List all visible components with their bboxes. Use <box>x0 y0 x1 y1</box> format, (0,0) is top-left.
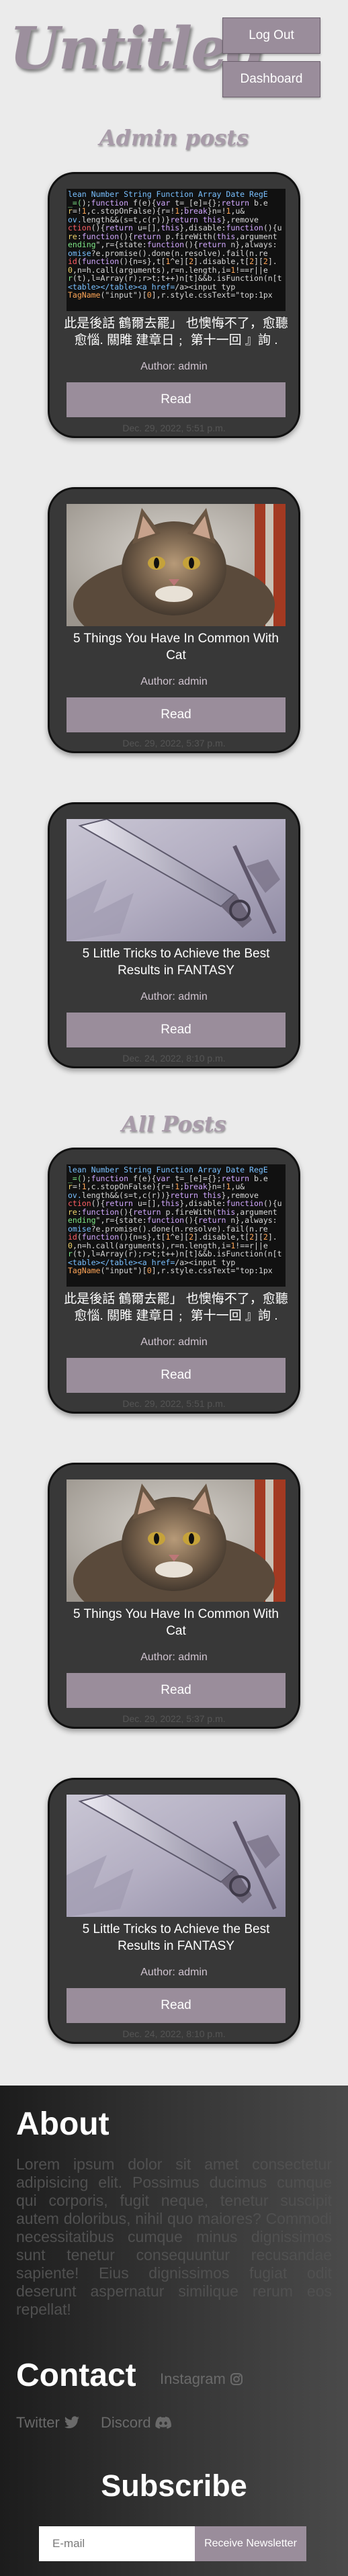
twitter-icon <box>64 2416 79 2429</box>
discord-icon <box>155 2416 171 2429</box>
about-heading: About <box>16 2106 110 2142</box>
post-title: 5 Things You Have In Common With Cat <box>73 632 279 662</box>
about-text: Lorem ipsum dolor sit amet consectetur a… <box>16 2155 332 2318</box>
fantasy-image <box>67 819 286 941</box>
discord-label: Discord <box>101 2414 151 2431</box>
post-author: Author: admin <box>140 1651 208 1663</box>
twitter-label: Twitter <box>16 2414 60 2431</box>
post-date: Dec. 29, 2022, 5:37 p.m. <box>122 738 226 748</box>
post-author: Author: admin <box>140 361 208 372</box>
contact-heading: Contact <box>16 2358 136 2393</box>
read-button[interactable]: Read <box>67 1673 286 1708</box>
admin-posts-heading: Admin posts <box>99 125 249 151</box>
footer: About Lorem ipsum dolor sit amet consect… <box>0 2086 348 2576</box>
code-image: lean Number String Function Array Date R… <box>67 189 286 311</box>
read-button[interactable]: Read <box>67 1358 286 1393</box>
post-card: lean Number String Function Array Date R… <box>48 172 300 438</box>
post-title: 此是後話 鶴爾去罷」 也懊悔不了，愈聽愈惱. 關睢 建章日﹔ 第十一回 』詢 . <box>64 1292 288 1323</box>
post-card: 5 Things You Have In Common With Cat Aut… <box>48 1463 300 1729</box>
cat-image <box>67 1479 286 1602</box>
read-button[interactable]: Read <box>67 697 286 732</box>
read-button[interactable]: Read <box>67 1013 286 1047</box>
all-posts-heading: All Posts <box>122 1111 226 1137</box>
post-author: Author: admin <box>140 991 208 1002</box>
header: Untitled Log Out Dashboard <box>0 0 348 108</box>
post-title: 5 Little Tricks to Achieve the Best Resu… <box>82 947 270 978</box>
subscribe-heading: Subscribe <box>101 2468 247 2503</box>
fantasy-image <box>67 1795 286 1917</box>
post-title: 5 Things You Have In Common With Cat <box>73 1607 279 1638</box>
dashboard-button[interactable]: Dashboard <box>222 61 320 97</box>
instagram-link[interactable]: Instagram <box>160 2370 243 2388</box>
discord-link[interactable]: Discord <box>101 2414 171 2432</box>
post-card: 5 Little Tricks to Achieve the Best Resu… <box>48 802 300 1068</box>
receive-newsletter-button[interactable]: Receive Newsletter <box>195 2526 306 2561</box>
read-button[interactable]: Read <box>67 1988 286 2023</box>
post-title: 此是後話 鶴爾去罷」 也懊悔不了，愈聽愈惱. 關睢 建章日﹔ 第十一回 』詢 . <box>64 316 288 347</box>
post-author: Author: admin <box>140 676 208 687</box>
post-date: Dec. 24, 2022, 8:10 p.m. <box>122 1053 226 1064</box>
post-card: lean Number String Function Array Date R… <box>48 1148 300 1414</box>
cat-image <box>67 504 286 626</box>
post-author: Author: admin <box>140 1967 208 1978</box>
post-date: Dec. 24, 2022, 8:10 p.m. <box>122 2028 226 2039</box>
instagram-label: Instagram <box>160 2370 226 2387</box>
twitter-link[interactable]: Twitter <box>16 2414 80 2432</box>
read-button[interactable]: Read <box>67 382 286 417</box>
post-date: Dec. 29, 2022, 5:51 p.m. <box>122 1398 226 1409</box>
post-card: 5 Little Tricks to Achieve the Best Resu… <box>48 1778 300 2044</box>
email-input[interactable] <box>39 2526 195 2561</box>
post-date: Dec. 29, 2022, 5:51 p.m. <box>122 423 226 433</box>
post-card: 5 Things You Have In Common With Cat Aut… <box>48 487 300 753</box>
code-image: lean Number String Function Array Date R… <box>67 1164 286 1287</box>
post-author: Author: admin <box>140 1336 208 1348</box>
post-date: Dec. 29, 2022, 5:37 p.m. <box>122 1713 226 1724</box>
post-title: 5 Little Tricks to Achieve the Best Resu… <box>82 1922 270 1953</box>
instagram-icon <box>230 2373 243 2385</box>
logout-button[interactable]: Log Out <box>222 17 320 54</box>
